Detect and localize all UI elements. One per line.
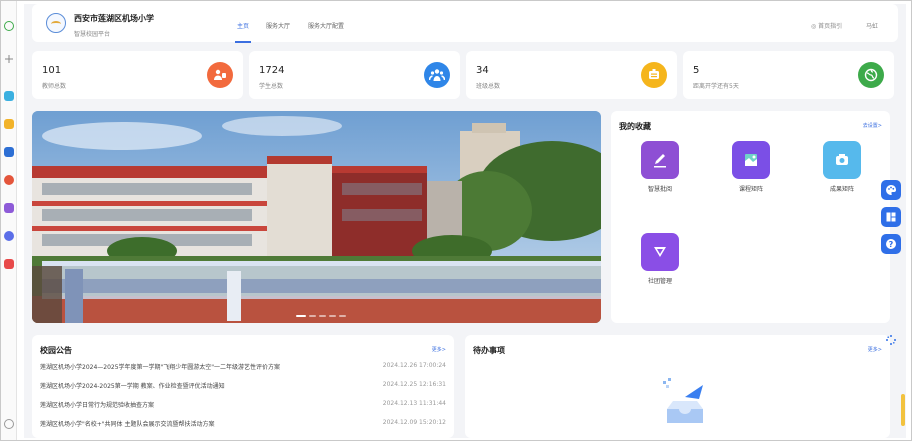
app-icon-3[interactable]	[4, 119, 14, 129]
stat-value: 5	[693, 65, 700, 76]
fav-course-matrix[interactable]: 课程矩阵	[721, 141, 781, 193]
notice-item-date: 2024.12.13 11:31:44	[382, 400, 446, 407]
home-guide-link[interactable]: ◎ 首页指引	[811, 21, 842, 30]
fav-smart-grading[interactable]: 智慧批阅	[630, 141, 690, 193]
notice-panel: 校园公告 更多> 莲湖区机场小学2024—2025学年度第一学期"飞翔少年圆游太…	[32, 335, 454, 438]
flag-icon	[641, 233, 679, 271]
stat-value: 101	[42, 65, 62, 76]
palette-icon[interactable]	[881, 180, 901, 200]
carousel-dots	[296, 315, 346, 317]
app-icon-2[interactable]	[4, 91, 14, 101]
scrollbar-thumb[interactable]	[901, 394, 905, 426]
top-header: 西安市莲湖区机场小学 智慧校园平台 主页 服务大厅 服务大厅配置 ◎ 首页指引 …	[32, 4, 898, 43]
school-logo	[46, 13, 66, 33]
notice-item-title: 莲湖区机场小学"名校+"共同体 主题队会展示交流暨帮扶活动方案	[40, 421, 215, 428]
stat-label: 学生总数	[259, 83, 284, 90]
school-name: 西安市莲湖区机场小学	[74, 14, 154, 23]
app-icon-8[interactable]	[4, 259, 14, 269]
fav-achievement-matrix[interactable]: 成果矩阵	[812, 141, 872, 193]
stat-card-countdown[interactable]: 5 距离开学还有5天	[683, 51, 894, 99]
svg-text:?: ?	[889, 240, 894, 249]
stat-value: 1724	[259, 65, 285, 76]
stat-label: 距离开学还有5天	[693, 83, 739, 90]
stat-card-classes[interactable]: 34 班级总数	[466, 51, 677, 99]
platform-name: 智慧校园平台	[74, 31, 111, 38]
notice-item-title: 莲湖区机场小学2024—2025学年度第一学期"飞翔少年圆游太空"一二年级游艺性…	[40, 364, 281, 371]
fav-club-management[interactable]: 社团管理	[630, 233, 690, 285]
campus-banner-image[interactable]	[32, 111, 601, 323]
notice-item-title: 莲湖区机场小学日常行为规范验收抽查方案	[40, 402, 155, 409]
stat-label: 教师总数	[42, 83, 67, 90]
notice-more-link[interactable]: 更多>	[432, 346, 446, 353]
app-icon-6[interactable]	[4, 203, 14, 213]
carousel-dot[interactable]	[339, 315, 346, 317]
notice-title: 校园公告	[40, 346, 72, 355]
empty-inbox-illustration	[655, 375, 715, 431]
list-item[interactable]: 莲湖区机场小学2024-2025第一学期 教案、作业检查暨评优活动通知 2024…	[40, 381, 446, 393]
class-icon	[641, 62, 667, 88]
app-icon-5[interactable]	[4, 175, 14, 185]
list-item[interactable]: 莲湖区机场小学"名校+"共同体 主题队会展示交流暨帮扶活动方案 2024.12.…	[40, 419, 446, 431]
stat-card-students[interactable]: 1724 学生总数	[249, 51, 460, 99]
school-photo	[32, 111, 601, 323]
students-icon	[424, 62, 450, 88]
carousel-dot[interactable]	[329, 315, 336, 317]
notice-item-date: 2024.12.26 17:00:24	[382, 362, 446, 369]
notice-item-title: 莲湖区机场小学2024-2025第一学期 教案、作业检查暨评优活动通知	[40, 383, 225, 390]
favorites-panel: 我的收藏 去设置> 智慧批阅 课程矩阵 成果矩阵 社团管理	[611, 111, 890, 323]
list-item[interactable]: 莲湖区机场小学2024—2025学年度第一学期"飞翔少年圆游太空"一二年级游艺性…	[40, 362, 446, 374]
todo-title: 待办事项	[473, 346, 505, 355]
app-icon-4[interactable]	[4, 147, 14, 157]
carousel-dot[interactable]	[309, 315, 316, 317]
fav-label: 课程矩阵	[738, 186, 763, 193]
app-icon-7[interactable]	[4, 231, 14, 241]
todo-more-link[interactable]: 更多>	[868, 346, 882, 353]
left-app-bar	[1, 1, 17, 440]
stat-label: 班级总数	[476, 83, 501, 90]
list-item[interactable]: 莲湖区机场小学日常行为规范验收抽查方案 2024.12.13 11:31:44	[40, 400, 446, 412]
help-icon[interactable]: ?	[881, 234, 901, 254]
loading-spinner-icon	[886, 330, 896, 345]
tab-service-config[interactable]: 服务大厅配置	[308, 21, 344, 30]
fav-label: 社团管理	[647, 278, 672, 285]
notice-item-date: 2024.12.25 12:16:31	[382, 381, 446, 388]
map-icon	[732, 141, 770, 179]
settings-icon[interactable]	[4, 419, 14, 429]
favorites-title: 我的收藏	[619, 122, 651, 131]
teacher-icon	[207, 62, 233, 88]
todo-panel: 待办事项 更多>	[465, 335, 890, 438]
favorites-settings-link[interactable]: 去设置>	[863, 122, 882, 129]
user-name[interactable]: 马虹	[866, 21, 878, 30]
layout-icon[interactable]	[881, 207, 901, 227]
tab-home[interactable]: 主页	[234, 21, 252, 43]
stat-card-teachers[interactable]: 101 教师总数	[32, 51, 243, 99]
stat-value: 34	[476, 65, 489, 76]
notice-item-date: 2024.12.09 15:20:12	[382, 419, 446, 426]
tab-service-hall[interactable]: 服务大厅	[266, 21, 290, 30]
fav-label: 成果矩阵	[829, 186, 854, 193]
camera-icon	[823, 141, 861, 179]
globe-icon	[858, 62, 884, 88]
app-icon-1[interactable]	[4, 21, 14, 31]
edit-icon	[641, 141, 679, 179]
fav-label: 智慧批阅	[647, 186, 672, 193]
carousel-dot[interactable]	[296, 315, 306, 317]
main-area: 西安市莲湖区机场小学 智慧校园平台 主页 服务大厅 服务大厅配置 ◎ 首页指引 …	[24, 4, 906, 438]
carousel-dot[interactable]	[319, 315, 326, 317]
add-icon[interactable]	[4, 49, 14, 63]
